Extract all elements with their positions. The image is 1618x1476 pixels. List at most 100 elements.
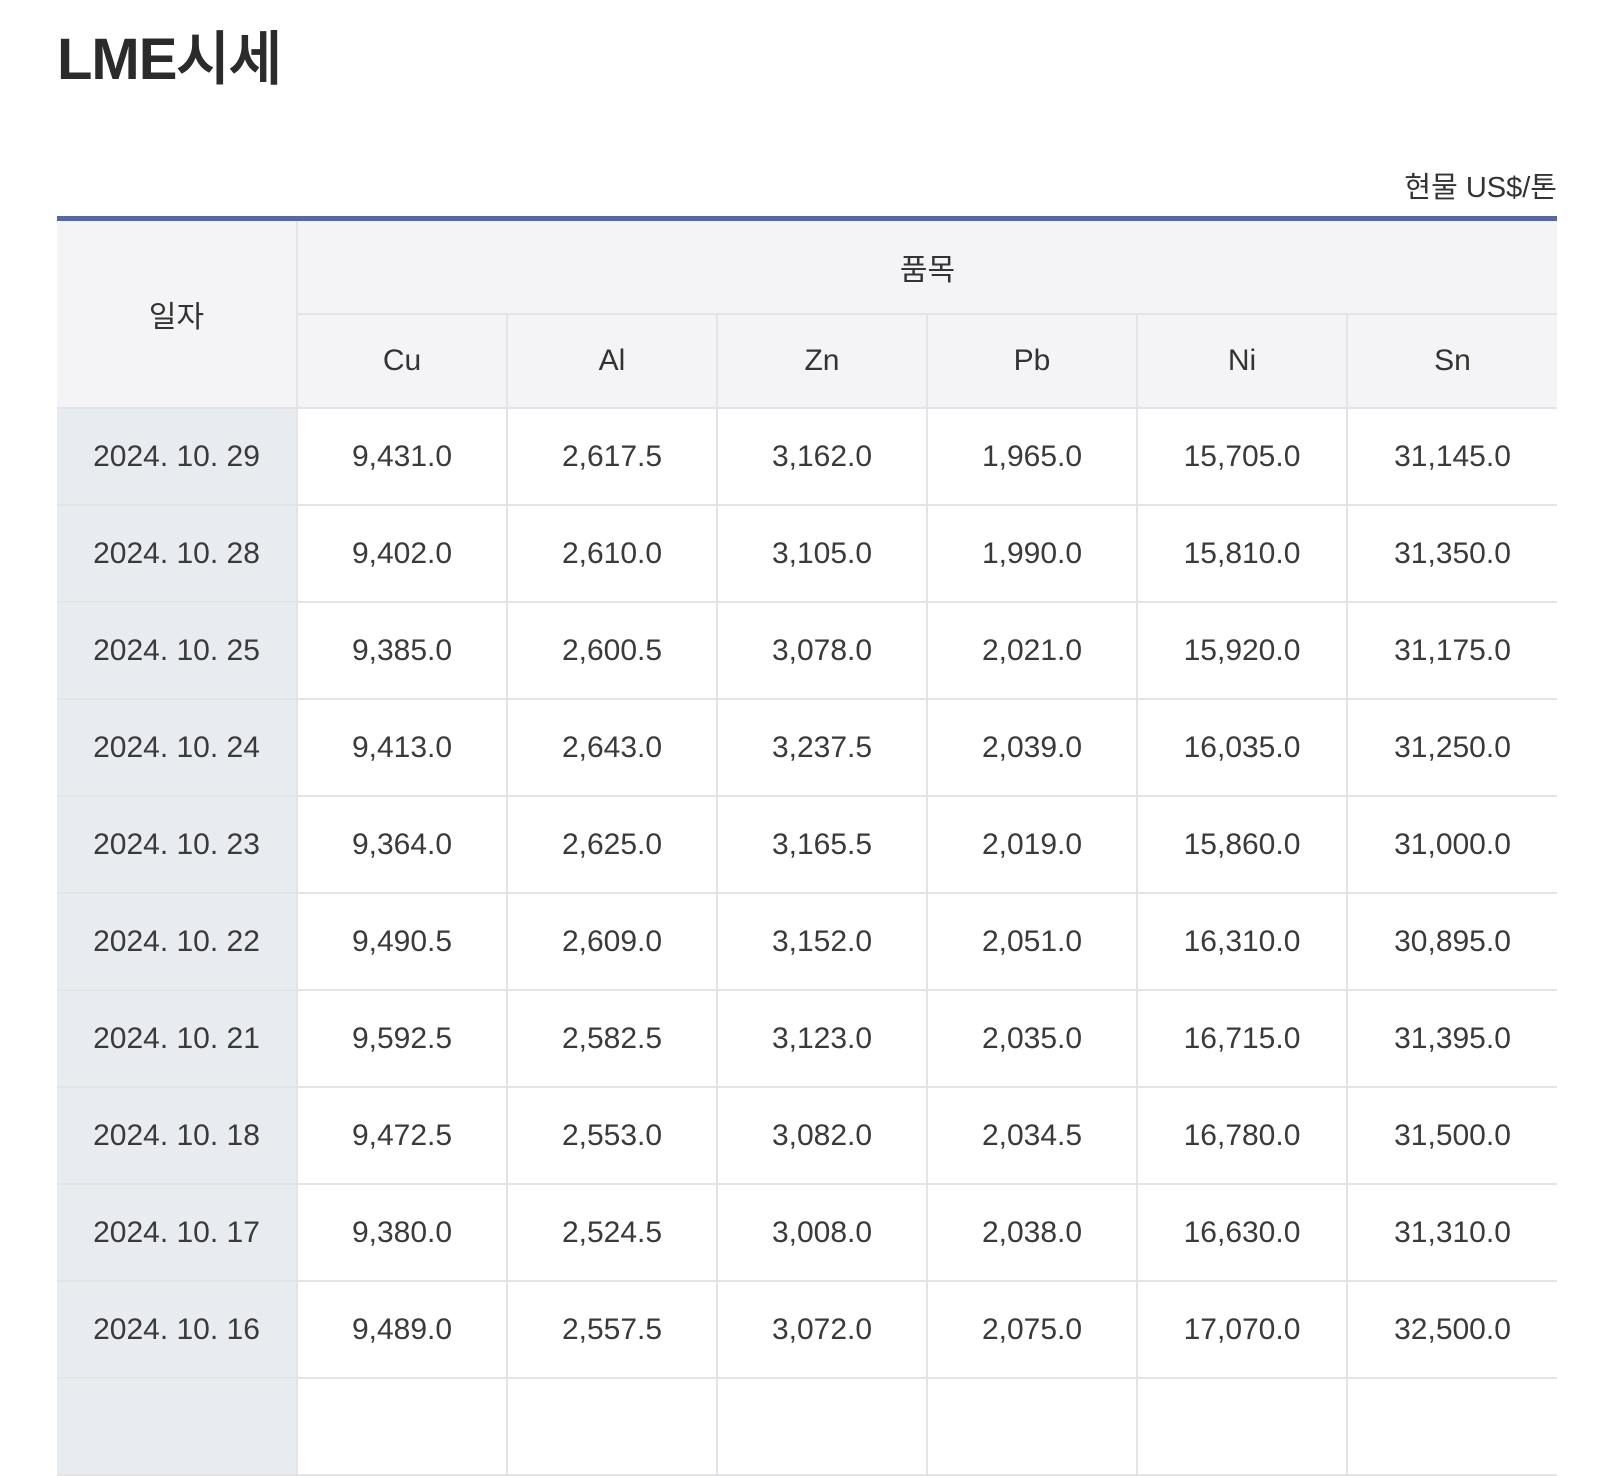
price-cell-empty [717, 1378, 927, 1475]
date-cell: 2024. 10. 21 [57, 990, 297, 1087]
price-cell-empty [507, 1378, 717, 1475]
table-row: 2024. 10. 289,402.02,610.03,105.01,990.0… [57, 505, 1557, 602]
table-row: 2024. 10. 239,364.02,625.03,165.52,019.0… [57, 796, 1557, 893]
price-cell-al: 2,524.5 [507, 1184, 717, 1281]
price-cell-zn: 3,008.0 [717, 1184, 927, 1281]
price-cell-pb: 2,039.0 [927, 699, 1137, 796]
price-cell-ni: 16,715.0 [1137, 990, 1347, 1087]
price-cell-cu: 9,413.0 [297, 699, 507, 796]
table-row: 2024. 10. 249,413.02,643.03,237.52,039.0… [57, 699, 1557, 796]
price-cell-zn: 3,105.0 [717, 505, 927, 602]
price-cell-al: 2,600.5 [507, 602, 717, 699]
price-cell-zn: 3,072.0 [717, 1281, 927, 1378]
price-cell-al: 2,625.0 [507, 796, 717, 893]
col-header-sn: Sn [1347, 314, 1557, 408]
price-cell-cu: 9,385.0 [297, 602, 507, 699]
price-cell-pb: 2,051.0 [927, 893, 1137, 990]
price-cell-empty [1137, 1378, 1347, 1475]
price-cell-al: 2,610.0 [507, 505, 717, 602]
table-row: 2024. 10. 229,490.52,609.03,152.02,051.0… [57, 893, 1557, 990]
price-cell-zn: 3,165.5 [717, 796, 927, 893]
price-cell-sn: 32,500.0 [1347, 1281, 1557, 1378]
col-header-cu: Cu [297, 314, 507, 408]
price-cell-sn: 31,250.0 [1347, 699, 1557, 796]
price-cell-zn: 3,078.0 [717, 602, 927, 699]
price-cell-zn: 3,152.0 [717, 893, 927, 990]
price-cell-pb: 2,035.0 [927, 990, 1137, 1087]
price-cell-sn: 31,310.0 [1347, 1184, 1557, 1281]
price-cell-ni: 16,035.0 [1137, 699, 1347, 796]
date-cell: 2024. 10. 24 [57, 699, 297, 796]
price-cell-sn: 31,000.0 [1347, 796, 1557, 893]
price-cell-cu: 9,402.0 [297, 505, 507, 602]
table-row: 2024. 10. 299,431.02,617.53,162.01,965.0… [57, 408, 1557, 505]
price-cell-sn: 31,175.0 [1347, 602, 1557, 699]
unit-label: 현물 US$/톤 [57, 164, 1557, 206]
price-cell-cu: 9,592.5 [297, 990, 507, 1087]
price-cell-empty [297, 1378, 507, 1475]
col-header-zn: Zn [717, 314, 927, 408]
date-cell: 2024. 10. 25 [57, 602, 297, 699]
group-header-items: 품목 [297, 218, 1557, 314]
price-cell-cu: 9,490.5 [297, 893, 507, 990]
date-cell: 2024. 10. 18 [57, 1087, 297, 1184]
price-cell-sn: 31,500.0 [1347, 1087, 1557, 1184]
table-row: 2024. 10. 259,385.02,600.53,078.02,021.0… [57, 602, 1557, 699]
price-cell-empty [927, 1378, 1137, 1475]
price-cell-zn: 3,162.0 [717, 408, 927, 505]
price-cell-ni: 15,705.0 [1137, 408, 1347, 505]
table-row: 2024. 10. 179,380.02,524.53,008.02,038.0… [57, 1184, 1557, 1281]
col-header-ni: Ni [1137, 314, 1347, 408]
price-cell-ni: 16,630.0 [1137, 1184, 1347, 1281]
price-cell-cu: 9,489.0 [297, 1281, 507, 1378]
col-header-date: 일자 [57, 218, 297, 408]
price-cell-pb: 2,021.0 [927, 602, 1137, 699]
price-cell-al: 2,643.0 [507, 699, 717, 796]
price-cell-pb: 1,965.0 [927, 408, 1137, 505]
price-cell-zn: 3,082.0 [717, 1087, 927, 1184]
price-cell-pb: 2,019.0 [927, 796, 1137, 893]
table-row: 2024. 10. 169,489.02,557.53,072.02,075.0… [57, 1281, 1557, 1378]
price-cell-al: 2,609.0 [507, 893, 717, 990]
price-cell-empty [1347, 1378, 1557, 1475]
table-row-partial [57, 1378, 1557, 1475]
price-cell-cu: 9,472.5 [297, 1087, 507, 1184]
price-cell-al: 2,617.5 [507, 408, 717, 505]
price-cell-pb: 2,038.0 [927, 1184, 1137, 1281]
col-header-pb: Pb [927, 314, 1137, 408]
price-cell-zn: 3,237.5 [717, 699, 927, 796]
date-cell: 2024. 10. 23 [57, 796, 297, 893]
date-cell: 2024. 10. 28 [57, 505, 297, 602]
col-header-al: Al [507, 314, 717, 408]
page-title: LME시세 [57, 28, 1618, 92]
price-table-section: 현물 US$/톤 일자 품목 CuAlZnPbNiSn 2024. 10. 29… [57, 164, 1557, 1476]
table-row: 2024. 10. 189,472.52,553.03,082.02,034.5… [57, 1087, 1557, 1184]
price-cell-sn: 31,395.0 [1347, 990, 1557, 1087]
date-cell: 2024. 10. 29 [57, 408, 297, 505]
price-cell-sn: 30,895.0 [1347, 893, 1557, 990]
header-group-row: 일자 품목 [57, 218, 1557, 314]
price-cell-zn: 3,123.0 [717, 990, 927, 1087]
price-cell-sn: 31,145.0 [1347, 408, 1557, 505]
price-cell-ni: 17,070.0 [1137, 1281, 1347, 1378]
table-row: 2024. 10. 219,592.52,582.53,123.02,035.0… [57, 990, 1557, 1087]
price-cell-cu: 9,431.0 [297, 408, 507, 505]
price-cell-ni: 16,310.0 [1137, 893, 1347, 990]
price-cell-ni: 15,860.0 [1137, 796, 1347, 893]
lme-price-table: 일자 품목 CuAlZnPbNiSn 2024. 10. 299,431.02,… [57, 216, 1557, 1476]
price-cell-al: 2,582.5 [507, 990, 717, 1087]
price-cell-pb: 1,990.0 [927, 505, 1137, 602]
price-cell-cu: 9,380.0 [297, 1184, 507, 1281]
date-cell: 2024. 10. 22 [57, 893, 297, 990]
price-cell-pb: 2,034.5 [927, 1087, 1137, 1184]
price-cell-al: 2,557.5 [507, 1281, 717, 1378]
price-cell-ni: 16,780.0 [1137, 1087, 1347, 1184]
price-cell-ni: 15,810.0 [1137, 505, 1347, 602]
price-cell-al: 2,553.0 [507, 1087, 717, 1184]
price-cell-sn: 31,350.0 [1347, 505, 1557, 602]
date-cell [57, 1378, 297, 1475]
date-cell: 2024. 10. 17 [57, 1184, 297, 1281]
price-cell-pb: 2,075.0 [927, 1281, 1137, 1378]
price-cell-ni: 15,920.0 [1137, 602, 1347, 699]
price-cell-cu: 9,364.0 [297, 796, 507, 893]
